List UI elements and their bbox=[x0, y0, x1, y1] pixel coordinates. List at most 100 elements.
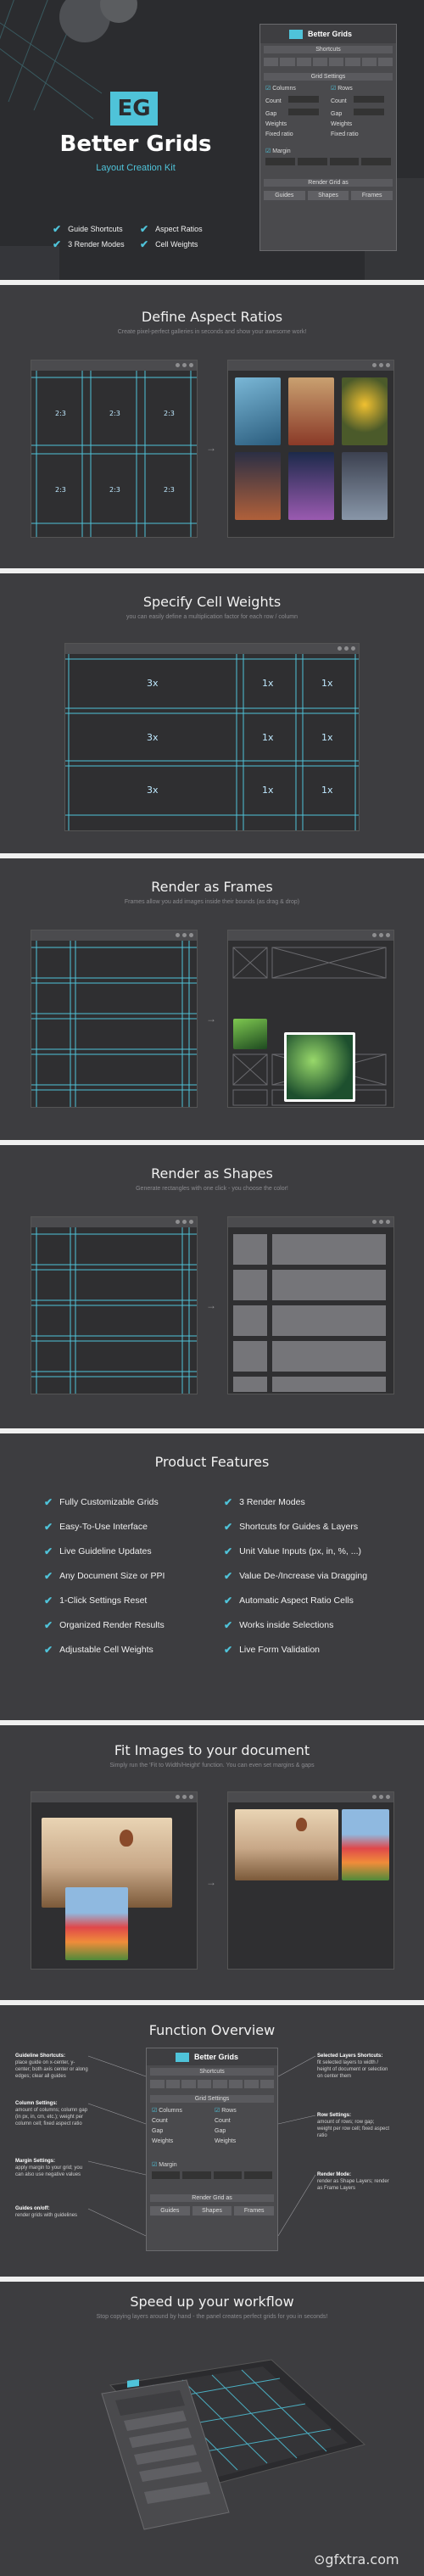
margin-checkbox[interactable]: ☑ Margin bbox=[260, 139, 396, 156]
check-icon: ✔ bbox=[224, 1595, 233, 1607]
window-bar bbox=[228, 1792, 393, 1802]
hero-feature: ✔ Cell Weights bbox=[140, 238, 198, 250]
check-icon: ✔ bbox=[140, 223, 149, 235]
shapes-section: Render as Shapes Generate rectangles wit… bbox=[0, 1145, 424, 1428]
aspect-grid bbox=[31, 371, 197, 537]
gap-row: Gap bbox=[265, 109, 326, 117]
margin-input[interactable] bbox=[361, 158, 391, 165]
margin-input[interactable] bbox=[297, 158, 327, 165]
margin-input[interactable] bbox=[265, 158, 295, 165]
weight-label: 1x bbox=[262, 678, 274, 689]
ratio-label: 2:3 bbox=[55, 486, 66, 494]
feature-item: ✔ Live Form Validation bbox=[224, 1644, 320, 1656]
shapes-window bbox=[227, 1216, 394, 1394]
columns-group: ☑ Columns Count Gap Weights Fixed ratio bbox=[265, 85, 326, 137]
section-subtitle: Simply run the 'Fit to Width/Height' fun… bbox=[109, 1763, 315, 1769]
count-input[interactable] bbox=[287, 96, 319, 103]
gallery-photo bbox=[342, 377, 388, 445]
gallery-window bbox=[227, 360, 394, 538]
shortcut-button[interactable] bbox=[280, 58, 295, 66]
shape-rectangles bbox=[233, 1234, 386, 1392]
feature-label: Live Guideline Updates bbox=[59, 1546, 152, 1556]
shapes-guides-grid bbox=[31, 1227, 197, 1394]
check-icon: ✔ bbox=[44, 1545, 53, 1557]
feature-label: Easy-To-Use Interface bbox=[59, 1522, 148, 1532]
feature-item: ✔ 1-Click Settings Reset bbox=[44, 1595, 147, 1607]
rows-label: Rows bbox=[338, 86, 353, 92]
check-icon: ✔ bbox=[44, 1570, 53, 1582]
check-icon: ✔ bbox=[224, 1521, 233, 1533]
check-icon: ✔ bbox=[44, 1595, 53, 1607]
feature-item: ✔ 3 Render Modes bbox=[224, 1496, 305, 1508]
ratio-label: 2:3 bbox=[109, 486, 120, 494]
section-subtitle: Frames allow you add images inside their… bbox=[124, 899, 300, 905]
ratio-label: 2:3 bbox=[55, 410, 66, 417]
arrow-icon: → bbox=[206, 1299, 216, 1311]
render-guides-button[interactable]: Guides bbox=[264, 191, 305, 200]
hero-feature: ✔ 3 Render Modes bbox=[53, 238, 125, 250]
after-window bbox=[227, 1791, 394, 1970]
logo-icon: EG bbox=[110, 92, 158, 126]
section-title: Specify Cell Weights bbox=[142, 594, 282, 610]
check-icon: ✔ bbox=[53, 238, 62, 250]
window-controls bbox=[372, 933, 390, 937]
gap-input[interactable] bbox=[288, 109, 320, 115]
render-shapes-button[interactable]: Shapes bbox=[307, 191, 349, 200]
check-icon: ✔ bbox=[224, 1644, 233, 1656]
margin-inputs bbox=[260, 156, 396, 167]
check-icon: ✔ bbox=[44, 1644, 53, 1656]
hero-feature-label: Cell Weights bbox=[155, 240, 198, 249]
shortcut-button[interactable] bbox=[345, 58, 360, 66]
margin-input[interactable] bbox=[329, 158, 360, 165]
fixed-ratio-label: Fixed ratio bbox=[265, 131, 293, 137]
rows-checkbox[interactable]: ☑ Rows bbox=[331, 85, 391, 92]
aspect-section: Define Aspect Ratios Create pixel-perfec… bbox=[0, 285, 424, 568]
feature-label: 1-Click Settings Reset bbox=[59, 1595, 148, 1606]
weights-window: 3x 1x 1x 3x 1x 1x 3x 1x 1x bbox=[64, 643, 360, 831]
weights-grid bbox=[65, 654, 359, 830]
balloon-icon bbox=[296, 1818, 307, 1831]
shortcut-button[interactable] bbox=[312, 58, 327, 66]
shortcut-button[interactable] bbox=[361, 58, 377, 66]
columns-checkbox[interactable]: ☑ Columns bbox=[265, 85, 326, 92]
shortcut-button[interactable] bbox=[329, 58, 344, 66]
count-input[interactable] bbox=[353, 96, 384, 103]
feature-label: Any Document Size or PPI bbox=[59, 1571, 165, 1581]
ratio-label: 2:3 bbox=[164, 486, 175, 494]
panel-logo-icon bbox=[289, 29, 303, 39]
gap-input[interactable] bbox=[354, 109, 385, 115]
render-frames-button[interactable]: Frames bbox=[351, 191, 393, 200]
section-subtitle: Create pixel-perfect galleries in second… bbox=[117, 329, 307, 335]
feature-item: ✔ Live Guideline Updates bbox=[44, 1545, 152, 1557]
check-icon: ✔ bbox=[224, 1496, 233, 1508]
window-controls bbox=[372, 1220, 390, 1224]
weight-label: 3x bbox=[147, 785, 159, 796]
gap-label: Gap bbox=[265, 111, 277, 117]
shortcut-button[interactable] bbox=[377, 58, 393, 66]
section-subtitle: you can easily define a multiplication f… bbox=[126, 614, 298, 620]
check-icon: ✔ bbox=[140, 238, 149, 250]
gap-label: Gap bbox=[331, 111, 343, 117]
feature-item: ✔ Fully Customizable Grids bbox=[44, 1496, 159, 1508]
feature-item: ✔ Automatic Aspect Ratio Cells bbox=[224, 1595, 354, 1607]
check-icon: ✔ bbox=[224, 1570, 233, 1582]
margin-label: Margin bbox=[272, 148, 291, 154]
frames-window bbox=[227, 930, 394, 1108]
feature-label: Works inside Selections bbox=[239, 1620, 334, 1630]
panel-render-label: Render Grid as bbox=[264, 179, 393, 187]
window-controls bbox=[176, 1220, 193, 1224]
panel-title-bar: Better Grids bbox=[260, 25, 396, 43]
hero-feature-label: Guide Shortcuts bbox=[68, 225, 123, 233]
product-features-section: Product Features ✔ Fully Customizable Gri… bbox=[0, 1433, 424, 1720]
guides-window bbox=[31, 1216, 198, 1394]
window-controls bbox=[338, 646, 355, 651]
shortcut-button[interactable] bbox=[264, 58, 279, 66]
gap-row: Gap bbox=[331, 109, 391, 117]
grid-window: 2:3 2:3 2:3 2:3 2:3 2:3 bbox=[31, 360, 198, 538]
hero-feature-label: 3 Render Modes bbox=[68, 240, 125, 249]
window-bar bbox=[228, 1217, 393, 1227]
ratio-label: 2:3 bbox=[164, 410, 175, 417]
shortcut-button[interactable] bbox=[296, 58, 311, 66]
check-icon: ✔ bbox=[224, 1545, 233, 1557]
window-controls bbox=[372, 1795, 390, 1799]
